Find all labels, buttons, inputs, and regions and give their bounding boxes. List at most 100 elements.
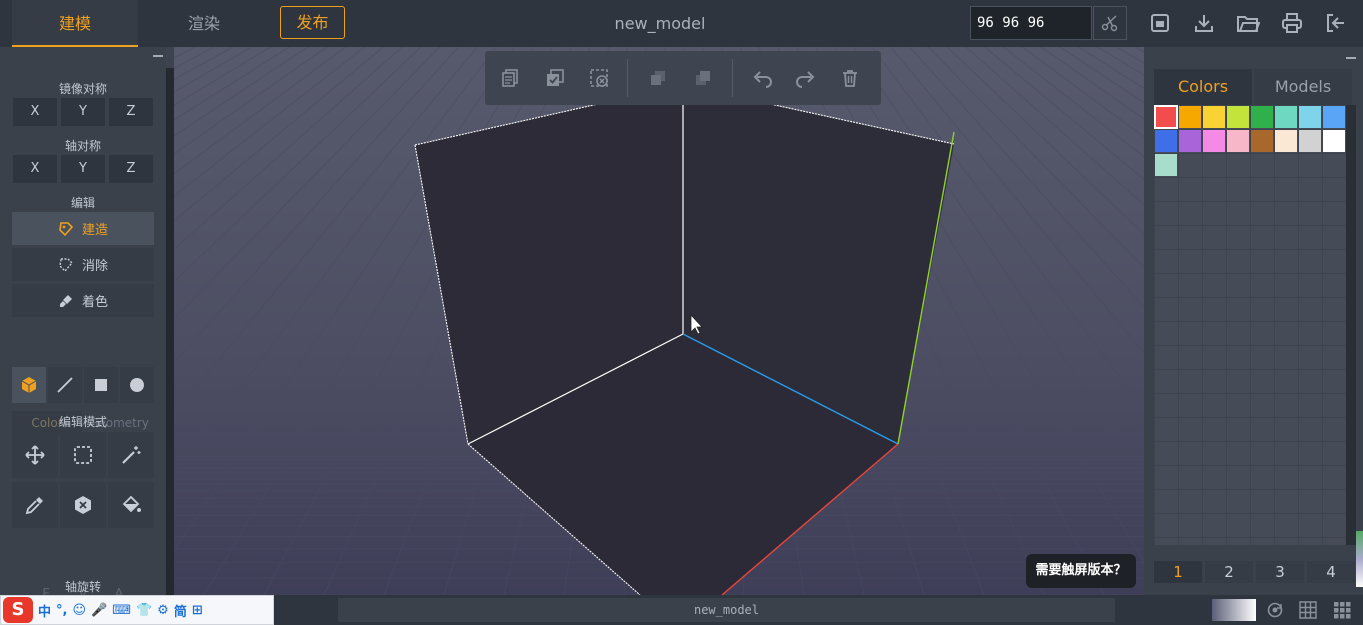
axis-sym-title: 轴对称: [64, 139, 101, 153]
color-swatch[interactable]: [1323, 130, 1345, 152]
color-swatch[interactable]: [1155, 154, 1177, 176]
ime-voice-icon[interactable]: 🎤: [91, 603, 107, 618]
palette-scrollbar[interactable]: [1346, 105, 1356, 545]
color-swatch[interactable]: [1275, 106, 1297, 128]
palette-page-1[interactable]: 1: [1154, 561, 1202, 583]
palette-page-4[interactable]: 4: [1307, 561, 1355, 583]
status-model-name: new_model: [338, 598, 1115, 622]
ime-skin-icon[interactable]: 👕: [136, 603, 152, 618]
circle-icon: [130, 378, 144, 392]
select-rect-button[interactable]: [60, 432, 106, 478]
mirror-z-button[interactable]: Z: [108, 97, 154, 127]
color-swatch[interactable]: [1275, 130, 1297, 152]
tab-render[interactable]: 渲染: [140, 0, 268, 47]
eyedropper-button[interactable]: [12, 482, 58, 528]
paint-brush-icon: [59, 294, 72, 307]
merge-down-icon[interactable]: [645, 65, 671, 91]
color-swatch[interactable]: [1299, 130, 1321, 152]
color-swatch[interactable]: [1323, 106, 1345, 128]
ime-keyboard-icon[interactable]: ⌨: [112, 603, 131, 618]
reset-view-icon[interactable]: [1265, 600, 1285, 620]
ime-tools-icon[interactable]: ⚙: [157, 603, 169, 618]
edit-mode-title: 编辑模式: [58, 415, 107, 429]
ime-toolbar: S 中 °, ☺ 🎤 ⌨ 👕 ⚙ 简 ⊞: [0, 595, 274, 625]
ime-simplified-toggle[interactable]: 简: [174, 601, 187, 620]
collapse-icon[interactable]: [152, 51, 164, 61]
scissors-icon[interactable]: [1093, 6, 1127, 40]
merge-up-icon[interactable]: [690, 65, 716, 91]
line-shape-button[interactable]: [48, 367, 82, 403]
deselect-icon[interactable]: [586, 65, 612, 91]
collapse-icon[interactable]: [1345, 53, 1357, 63]
download-icon[interactable]: [1191, 10, 1217, 36]
paint-label: 着色: [81, 295, 108, 310]
move-icon: [25, 445, 45, 465]
square-shape-button[interactable]: [84, 367, 118, 403]
axis-sym-x-button[interactable]: X: [12, 154, 58, 184]
color-swatch[interactable]: [1155, 130, 1177, 152]
exit-icon[interactable]: [1323, 10, 1349, 36]
tab-colors[interactable]: Colors: [1154, 69, 1252, 105]
tab-model[interactable]: 建模: [12, 0, 138, 47]
grid-icon[interactable]: [1298, 600, 1318, 620]
bottom-bar: S 中 °, ☺ 🎤 ⌨ 👕 ⚙ 简 ⊞ new_model: [0, 595, 1363, 625]
color-swatch[interactable]: [1179, 106, 1201, 128]
mirror-x-button[interactable]: X: [12, 97, 58, 127]
line-icon: [57, 377, 73, 393]
mirror-y-button[interactable]: Y: [60, 97, 106, 127]
redo-icon[interactable]: [793, 65, 819, 91]
ime-chinese-toggle[interactable]: 中: [38, 601, 51, 620]
select-rect-icon: [74, 446, 92, 464]
circle-shape-button[interactable]: [120, 367, 154, 403]
undo-icon[interactable]: [749, 65, 775, 91]
open-folder-icon[interactable]: [1235, 10, 1261, 36]
sogou-logo-icon[interactable]: S: [3, 597, 33, 623]
build-button[interactable]: 建造: [12, 212, 154, 245]
left-panel-scrollbar[interactable]: [166, 68, 174, 595]
right-panel: Colors Models 1 2 3 4: [1144, 47, 1363, 595]
cube-shape-button[interactable]: [12, 367, 46, 403]
erase-icon: [59, 257, 73, 272]
fill-bucket-button[interactable]: [108, 482, 154, 528]
axis-sym-z-button[interactable]: Z: [108, 154, 154, 184]
palette-page-3[interactable]: 3: [1256, 561, 1304, 583]
touch-version-tip[interactable]: 需要触屏版本？: [1026, 554, 1136, 588]
copy-icon[interactable]: [497, 65, 523, 91]
color-swatch[interactable]: [1227, 106, 1249, 128]
trash-icon[interactable]: [837, 65, 863, 91]
palette-page-2[interactable]: 2: [1205, 561, 1253, 583]
save-icon[interactable]: [1147, 10, 1173, 36]
erase-button[interactable]: 消除: [12, 248, 154, 281]
color-swatch[interactable]: [1154, 105, 1178, 129]
ime-punctuation-toggle[interactable]: °,: [56, 603, 67, 618]
dimensions-input[interactable]: 96 96 96: [970, 6, 1092, 40]
color-swatch[interactable]: [1227, 130, 1249, 152]
viewport-toolbar: [485, 51, 881, 105]
publish-button[interactable]: 发布: [280, 6, 345, 39]
background-gradient-swatch[interactable]: [1212, 599, 1256, 621]
color-swatch[interactable]: [1203, 106, 1225, 128]
print-icon[interactable]: [1279, 10, 1305, 36]
move-button[interactable]: [12, 432, 58, 478]
tab-models[interactable]: Models: [1254, 69, 1352, 105]
color-swatch[interactable]: [1251, 106, 1273, 128]
color-swatch[interactable]: [1299, 106, 1321, 128]
color-swatch[interactable]: [1203, 130, 1225, 152]
color-swatch[interactable]: [1179, 130, 1201, 152]
magic-wand-button[interactable]: [108, 432, 154, 478]
build-label: 建造: [81, 223, 108, 238]
hex-remove-button[interactable]: [60, 482, 106, 528]
left-panel: 镜像对称 X Y Z 轴对称 X Y Z 编辑 建造 消除 着色 Color G…: [0, 47, 166, 602]
mirror-title: 镜像对称: [58, 82, 107, 96]
select-all-icon[interactable]: [542, 65, 568, 91]
eyedropper-icon: [25, 497, 43, 515]
dense-grid-icon[interactable]: [1332, 600, 1352, 620]
ime-menu-icon[interactable]: ⊞: [192, 603, 203, 618]
paint-button[interactable]: 着色: [12, 284, 154, 317]
edit-title: 编辑: [70, 196, 95, 210]
ime-emoji-icon[interactable]: ☺: [72, 603, 86, 618]
build-icon: [59, 221, 74, 236]
3d-viewport[interactable]: 需要触屏版本？: [174, 47, 1144, 595]
axis-sym-y-button[interactable]: Y: [60, 154, 106, 184]
color-swatch[interactable]: [1251, 130, 1273, 152]
